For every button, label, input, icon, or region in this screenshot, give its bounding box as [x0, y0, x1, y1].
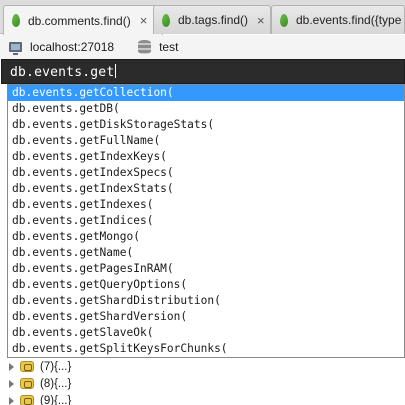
autocomplete-item[interactable]: db.events.getDB(	[8, 101, 404, 117]
close-icon[interactable]: ×	[257, 13, 265, 28]
document-icon	[20, 395, 34, 405]
query-editor[interactable]: db.events.get	[1, 59, 405, 84]
autocomplete-item[interactable]: db.events.getName(	[8, 245, 404, 261]
mongodb-leaf-icon	[12, 14, 20, 27]
autocomplete-item[interactable]: db.events.getIndexStats(	[8, 181, 404, 197]
connection-host: localhost:27018	[30, 40, 115, 54]
database-icon	[138, 40, 152, 54]
expand-arrow-icon[interactable]	[9, 362, 14, 371]
autocomplete-item[interactable]: db.events.getIndexes(	[8, 197, 404, 213]
autocomplete-item[interactable]: db.events.getPagesInRAM(	[8, 261, 404, 277]
autocomplete-item[interactable]: db.events.getFullName(	[8, 133, 404, 149]
mongodb-leaf-icon	[162, 13, 170, 27]
tree-row[interactable]: (7) {...}	[0, 358, 405, 375]
autocomplete-item[interactable]: db.events.getIndexKeys(	[8, 149, 404, 165]
query-text: db.events.get	[10, 64, 117, 80]
document-icon	[20, 361, 34, 372]
tab-comments-find[interactable]: db.comments.find() ×	[3, 5, 163, 35]
autocomplete-item[interactable]: db.events.getIndices(	[8, 213, 404, 229]
autocomplete-item[interactable]: db.events.getSlaveOk(	[8, 325, 404, 341]
row-value: {...}	[54, 377, 72, 390]
mongodb-leaf-icon	[280, 13, 288, 27]
row-index: (8)	[40, 377, 55, 390]
tab-label: db.events.find({type : '	[296, 13, 405, 27]
row-value: {...}	[54, 360, 72, 373]
tab-label: db.tags.find()	[178, 13, 249, 27]
connection-bar: localhost:27018 test	[0, 35, 405, 59]
row-index: (9)	[40, 394, 55, 405]
query-value: db.events.get	[10, 65, 115, 80]
tab-events-find[interactable]: db.events.find({type : '	[271, 5, 405, 34]
tree-row[interactable]: (9) {...}	[0, 392, 405, 405]
text-caret	[115, 64, 117, 78]
autocomplete-item[interactable]: db.events.getDiskStorageStats(	[8, 117, 404, 133]
autocomplete-item[interactable]: db.events.getMongo(	[8, 229, 404, 245]
expand-arrow-icon[interactable]	[9, 379, 14, 388]
results-tree: (7) {...} (8) {...} (9) {...}	[0, 358, 405, 405]
expand-arrow-icon[interactable]	[9, 396, 14, 405]
autocomplete-item[interactable]: db.events.getIndexSpecs(	[8, 165, 404, 181]
close-icon[interactable]: ×	[140, 13, 148, 28]
autocomplete-item[interactable]: db.events.getSplitKeysForChunks(	[8, 341, 404, 357]
autocomplete-item[interactable]: db.events.getQueryOptions(	[8, 277, 404, 293]
autocomplete-list[interactable]: db.events.getCollection(db.events.getDB(…	[7, 84, 405, 358]
tab-tags-find[interactable]: db.tags.find() ×	[153, 5, 271, 34]
autocomplete-item[interactable]: db.events.getShardVersion(	[8, 309, 404, 325]
document-icon	[20, 378, 34, 389]
row-index: (7)	[40, 360, 55, 373]
tab-bar: db.comments.find() × db.tags.find() × db…	[0, 0, 405, 35]
database-name: test	[159, 40, 179, 54]
tree-row[interactable]: (8) {...}	[0, 375, 405, 392]
tab-label: db.comments.find()	[28, 13, 131, 28]
row-value: {...}	[54, 394, 72, 405]
server-icon	[9, 42, 22, 55]
autocomplete-item[interactable]: db.events.getShardDistribution(	[8, 293, 404, 309]
autocomplete-item[interactable]: db.events.getCollection(	[8, 85, 404, 101]
